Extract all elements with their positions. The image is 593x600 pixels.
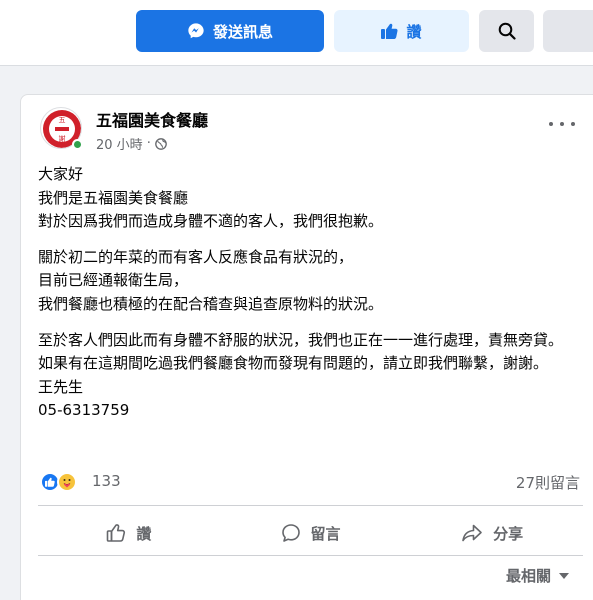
post-meta: 20 小時 · <box>96 134 167 153</box>
reaction-count[interactable]: 133 <box>92 472 121 490</box>
post-action-bar: 讚 留言 分享 <box>38 515 583 551</box>
comment-button-label: 留言 <box>310 524 341 543</box>
comment-icon <box>281 523 301 543</box>
like-button[interactable]: 讚 <box>38 515 220 551</box>
dot <box>549 122 553 126</box>
page-name-link[interactable]: 五福園美食餐廳 <box>96 107 208 131</box>
care-reaction-icon <box>57 472 77 492</box>
like-page-button[interactable]: 讚 <box>334 10 469 52</box>
post-stats: 133 27則留言 <box>40 471 585 493</box>
post-body: 大家好 我們是五福園美食餐廳 對於因爲我們而造成身體不適的客人，我們很抱歉。 關… <box>38 163 583 423</box>
meta-separator: · <box>146 136 151 151</box>
comment-button[interactable]: 留言 <box>220 515 402 551</box>
messenger-icon <box>187 22 205 40</box>
search-button[interactable] <box>479 10 534 52</box>
dot <box>560 122 564 126</box>
share-button[interactable]: 分享 <box>401 515 583 551</box>
svg-text:謝: 謝 <box>59 134 66 143</box>
post-paragraph-1: 大家好 我們是五福園美食餐廳 對於因爲我們而造成身體不適的客人，我們很抱歉。 <box>38 165 384 231</box>
send-message-button[interactable]: 發送訊息 <box>136 10 324 52</box>
share-button-label: 分享 <box>493 524 524 543</box>
post-paragraph-2: 關於初二的年菜的而有客人反應食品有狀況的， 目前已經通報衛生局， 我們餐廳也積極… <box>38 247 384 313</box>
reaction-icons[interactable] <box>40 471 86 493</box>
like-button-label: 讚 <box>136 524 152 543</box>
dot <box>571 122 575 126</box>
online-status-dot <box>72 139 83 150</box>
comment-count[interactable]: 27則留言 <box>516 472 580 493</box>
more-options-button[interactable] <box>543 10 593 52</box>
send-message-label: 發送訊息 <box>212 22 273 41</box>
post-paragraph-3: 至於客人們因此而有身體不舒服的狀況，我們也正在一一進行處理，責無旁貸。 如果有在… <box>38 330 564 420</box>
post-time[interactable]: 20 小時 <box>96 134 143 153</box>
globe-icon <box>154 137 167 150</box>
chevron-down-icon <box>559 572 570 579</box>
post-options-button[interactable] <box>549 117 575 131</box>
comment-sort-label: 最相關 <box>506 567 552 585</box>
post-card: 五 謝 五福園美食餐廳 20 小時 · 大家好 我們是五福園美食餐廳 對於因爲我… <box>20 94 593 600</box>
page-action-bar: 發送訊息 讚 <box>0 0 593 66</box>
share-icon <box>461 523 483 543</box>
thumbs-up-icon <box>106 523 126 543</box>
comment-sort-dropdown[interactable]: 最相關 <box>506 565 570 586</box>
actions-divider <box>38 555 583 556</box>
search-icon <box>498 22 516 40</box>
svg-text:五: 五 <box>59 116 66 124</box>
like-page-label: 讚 <box>406 22 422 41</box>
stats-divider <box>38 505 583 506</box>
thumbs-up-icon <box>381 23 399 39</box>
